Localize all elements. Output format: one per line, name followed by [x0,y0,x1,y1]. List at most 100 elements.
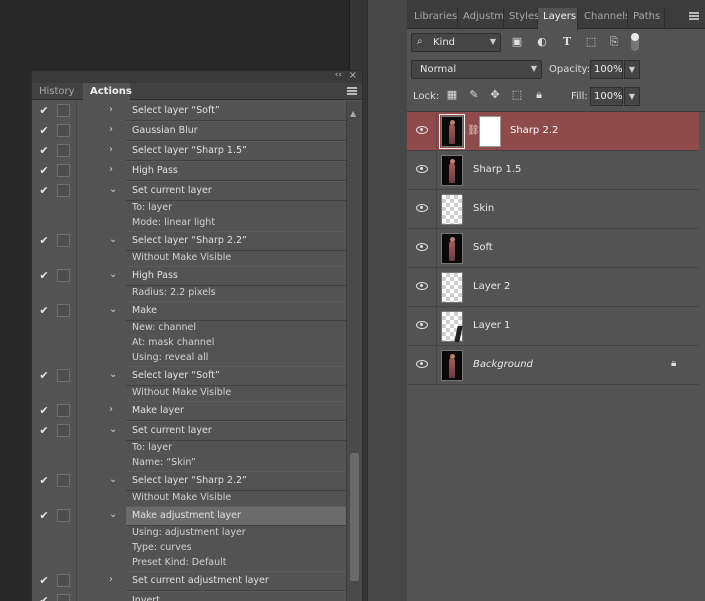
tab-libraries[interactable]: Libraries [409,8,458,29]
layer-thumbnail[interactable] [439,114,465,149]
scrollbar-thumb[interactable] [350,453,359,581]
check-icon[interactable]: ✔ [38,234,50,247]
chevron-down-icon[interactable]: ⌄ [109,509,117,520]
chevron-down-icon[interactable]: ⌄ [109,234,117,245]
opacity-dropdown-icon[interactable]: ▼ [624,60,640,79]
chevron-right-icon[interactable]: › [109,164,113,175]
tab-history[interactable]: History [32,83,81,100]
action-step[interactable]: ✔ › High Pass [32,161,346,181]
action-step-detail[interactable]: Name: “Skin” [32,456,346,471]
chevron-down-icon[interactable]: ⌄ [109,424,117,435]
check-icon[interactable]: ✔ [38,104,50,117]
layer-thumbnail[interactable] [441,194,463,225]
dialog-toggle-box[interactable] [57,184,70,197]
action-step[interactable]: ✔ ⌄ Make adjustment layer [32,506,346,526]
action-step[interactable]: ✔ › Select layer “Sharp 1.5” [32,141,346,161]
layer-row[interactable]: Background 🔒︎ [407,346,699,385]
dialog-toggle-box[interactable] [57,594,70,601]
check-icon[interactable]: ✔ [38,164,50,177]
layer-name[interactable]: Background [473,359,533,370]
visibility-eye-icon[interactable] [416,204,428,212]
smart-object-filter-icon[interactable]: ⎘ [607,35,621,49]
check-icon[interactable]: ✔ [38,269,50,282]
dialog-toggle-box[interactable] [57,369,70,382]
check-icon[interactable]: ✔ [38,574,50,587]
dialog-toggle-box[interactable] [57,474,70,487]
visibility-eye-icon[interactable] [416,360,428,368]
action-step[interactable]: ✔ ⌄ Select layer “Soft” [32,366,346,386]
action-step-detail[interactable]: Mode: linear light [32,216,346,231]
dialog-toggle-box[interactable] [57,234,70,247]
layer-row[interactable]: ⛓ Sharp 2.2 [407,112,699,151]
panel-title-bar[interactable]: ‹‹ × [32,70,362,83]
check-icon[interactable]: ✔ [38,474,50,487]
panel-menu-icon[interactable] [347,87,357,95]
visibility-eye-icon[interactable] [416,243,428,251]
dialog-toggle-box[interactable] [57,509,70,522]
visibility-eye-icon[interactable] [416,321,428,329]
layer-thumbnail[interactable] [441,155,463,186]
chevron-right-icon[interactable]: › [109,404,113,415]
lock-brush-icon[interactable]: ✎ [467,88,481,102]
layer-row[interactable]: Layer 2 [407,268,699,307]
check-icon[interactable]: ✔ [38,124,50,137]
check-icon[interactable]: ✔ [38,594,50,601]
close-icon[interactable]: × [349,70,357,81]
dialog-toggle-box[interactable] [57,574,70,587]
chevron-right-icon[interactable]: › [109,144,113,155]
pixel-filter-icon[interactable]: ▣ [510,35,524,49]
tab-paths[interactable]: Paths [628,8,665,29]
layer-row[interactable]: Sharp 1.5 [407,151,699,190]
action-step[interactable]: ✔ ⌄ Select layer “Sharp 2.2” [32,231,346,251]
layer-thumbnail[interactable] [441,350,463,381]
check-icon[interactable]: ✔ [38,404,50,417]
action-step[interactable]: ✔ › Gaussian Blur [32,121,346,141]
check-icon[interactable]: ✔ [38,144,50,157]
visibility-eye-icon[interactable] [416,126,428,134]
check-icon[interactable]: ✔ [38,509,50,522]
check-icon[interactable]: ✔ [38,184,50,197]
action-step[interactable]: ✔ ⌄ Set current layer [32,421,346,441]
opacity-input[interactable]: 100% [590,60,623,79]
lock-artboard-icon[interactable]: ⬚ [510,88,524,102]
action-step[interactable]: ✔ Invert [32,591,346,601]
action-step[interactable]: ✔ ⌄ High Pass [32,266,346,286]
chevron-down-icon[interactable]: ⌄ [109,269,117,280]
action-step-detail[interactable]: Type: curves [32,541,346,556]
chevron-right-icon[interactable]: › [109,104,113,115]
fill-dropdown-icon[interactable]: ▼ [624,87,640,106]
action-step[interactable]: ✔ ⌄ Make [32,301,346,321]
dialog-toggle-box[interactable] [57,124,70,137]
chevron-right-icon[interactable]: › [109,574,113,585]
chevron-right-icon[interactable]: › [109,124,113,135]
tab-adjustments[interactable]: Adjustm [458,8,504,29]
action-step-detail[interactable]: To: layer [32,441,346,456]
action-step-detail[interactable]: Without Make Visible [32,386,346,401]
check-icon[interactable]: ✔ [38,304,50,317]
check-icon[interactable]: ✔ [38,369,50,382]
action-step[interactable]: ✔ › Select layer “Soft” [32,101,346,121]
layer-name[interactable]: Skin [473,203,494,214]
dialog-toggle-box[interactable] [57,404,70,417]
layer-filter-select[interactable]: ⌕ Kind ▼ [411,33,501,52]
action-step-detail[interactable]: Preset Kind: Default [32,556,346,571]
action-step-detail[interactable]: Radius: 2.2 pixels [32,286,346,301]
action-step-detail[interactable]: Using: reveal all [32,351,346,366]
dialog-toggle-box[interactable] [57,104,70,117]
dialog-toggle-box[interactable] [57,144,70,157]
chevron-down-icon[interactable]: ⌄ [109,474,117,485]
layer-name[interactable]: Sharp 1.5 [473,164,521,175]
action-step-detail[interactable]: At: mask channel [32,336,346,351]
layer-row[interactable]: Skin [407,190,699,229]
visibility-eye-icon[interactable] [416,282,428,290]
tab-layers[interactable]: Layers [538,8,578,30]
layer-name[interactable]: Sharp 2.2 [510,125,558,136]
action-step[interactable]: ✔ ⌄ Set current layer [32,181,346,201]
action-step-detail[interactable]: New: channel [32,321,346,336]
action-step[interactable]: ✔ › Set current adjustment layer [32,571,346,591]
chevron-down-icon[interactable]: ⌄ [109,184,117,195]
layer-name[interactable]: Soft [473,242,493,253]
panel-menu-icon[interactable] [689,12,699,20]
visibility-eye-icon[interactable] [416,165,428,173]
collapse-icon[interactable]: ‹‹ [335,70,342,80]
